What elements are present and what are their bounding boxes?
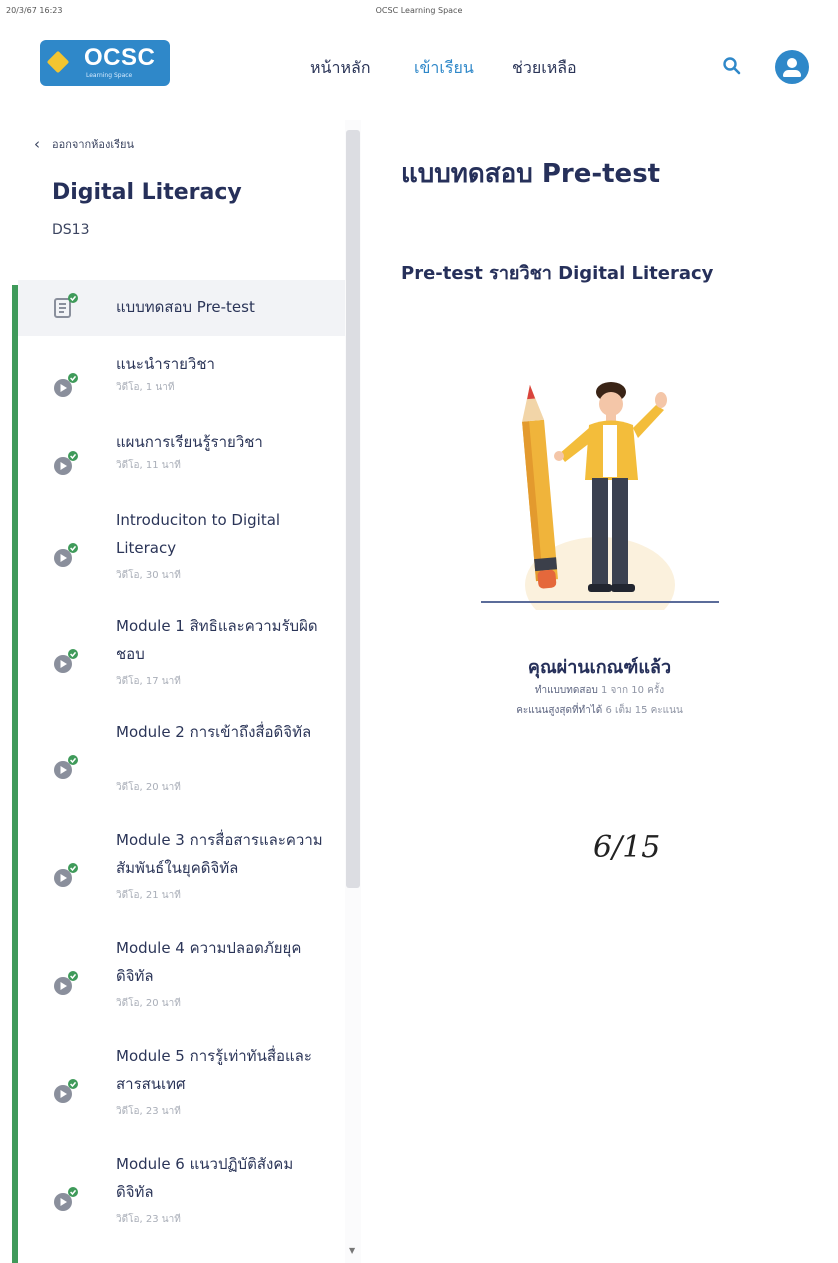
best-score-line: คะแนนสูงสุดที่ทำได้ 6 เต็ม 15 คะแนน (361, 703, 838, 718)
lesson-duration: วิดีโอ, 30 นาที (116, 570, 181, 581)
lesson-item-pretest[interactable]: แบบทดสอบ Pre-test (18, 280, 345, 336)
course-sidebar: ‹ ออกจากห้องเรียน Digital Literacy DS13 แ… (0, 110, 345, 1263)
lesson-title: Module 3 การสื่อสารและความสัมพันธ์ในยุคด… (116, 831, 323, 877)
lesson-title: แผนการเรียนรู้รายวิชา (116, 433, 263, 451)
video-done-icon (54, 1079, 78, 1103)
page-title: แบบทดสอบ Pre-test (401, 159, 661, 189)
logo-subtext: Learning Space (86, 72, 133, 79)
attempts-value: 1 จาก 10 ครั้ง (600, 685, 665, 696)
lesson-title: Module 4 ความปลอดภัยยุคดิจิทัล (116, 939, 302, 985)
course-code: DS13 (52, 222, 90, 238)
lesson-duration: วิดีโอ, 20 นาที (116, 998, 181, 1009)
video-done-icon (54, 373, 78, 397)
quiz-done-icon (54, 293, 78, 318)
lesson-item[interactable]: Module 6 แนวปฏิบัติสังคมดิจิทัล วิดีโอ, … (18, 1150, 345, 1246)
pencil-person-illustration (481, 382, 719, 610)
course-title: Digital Literacy (52, 180, 242, 205)
search-icon[interactable] (722, 56, 742, 76)
logo-mark-icon (46, 50, 70, 74)
best-score-value: 6 เต็ม 15 คะแนน (605, 705, 683, 716)
sidebar-scrollbar-thumb[interactable] (346, 130, 360, 888)
lesson-duration: วิดีโอ, 23 นาที (116, 1214, 181, 1225)
back-to-course-link[interactable]: ‹ ออกจากห้องเรียน (34, 134, 134, 153)
print-header: 20/3/67 16:23 OCSC Learning Space (0, 0, 838, 20)
handwritten-score-note: 6/15 (593, 830, 661, 865)
lesson-item[interactable]: Module 4 ความปลอดภัยยุคดิจิทัล วิดีโอ, 2… (18, 934, 345, 1030)
best-score-label: คะแนนสูงสุดที่ทำได้ (516, 705, 603, 716)
lesson-title: Introduciton to Digital Literacy (116, 511, 281, 557)
video-done-icon (54, 971, 78, 995)
video-done-icon (54, 543, 78, 567)
lesson-item[interactable]: Module 5 การรู้เท่าทันสื่อและสารสนเทศ วิ… (18, 1042, 345, 1138)
lesson-title: Module 2 การเข้าถึงสื่อดิจิทัล (116, 723, 312, 741)
main-content: แบบทดสอบ Pre-test Pre-test รายวิชา Digit… (361, 120, 838, 1263)
lesson-item[interactable]: Introduciton to Digital Literacy วิดีโอ,… (18, 506, 345, 602)
lesson-title: Module 6 แนวปฏิบัติสังคมดิจิทัล (116, 1155, 294, 1201)
lesson-item[interactable]: Module 2 การเข้าถึงสื่อดิจิทัล วิดีโอ, 2… (18, 718, 345, 814)
attempts-label: ทำแบบทดสอบ (534, 685, 598, 696)
video-done-icon (54, 863, 78, 887)
video-done-icon (54, 1187, 78, 1211)
attempts-line: ทำแบบทดสอบ 1 จาก 10 ครั้ง (361, 683, 838, 698)
nav-learn[interactable]: เข้าเรียน (414, 56, 474, 81)
user-avatar-icon[interactable] (775, 50, 809, 84)
nav-help[interactable]: ช่วยเหลือ (512, 56, 577, 81)
nav-home[interactable]: หน้าหลัก (310, 56, 371, 81)
video-done-icon (54, 755, 78, 779)
print-title: OCSC Learning Space (375, 6, 463, 15)
chevron-left-icon: ‹ (34, 135, 40, 153)
scroll-down-arrow-icon[interactable]: ▼ (349, 1246, 355, 1255)
back-link-label: ออกจากห้องเรียน (52, 138, 135, 151)
lesson-item[interactable]: Module 1 สิทธิและความรับผิดชอบ วิดีโอ, 1… (18, 612, 345, 708)
lesson-title: Module 1 สิทธิและความรับผิดชอบ (116, 617, 318, 663)
top-navbar: OCSC Learning Space หน้าหลัก เข้าเรียน ช… (0, 20, 838, 120)
lesson-item[interactable]: แผนการเรียนรู้รายวิชา วิดีโอ, 11 นาที (18, 428, 345, 498)
lesson-duration: วิดีโอ, 17 นาที (116, 676, 181, 687)
lesson-item[interactable]: แนะนำรายวิชา วิดีโอ, 1 นาที (18, 350, 345, 420)
video-done-icon (54, 649, 78, 673)
quiz-subtitle: Pre-test รายวิชา Digital Literacy (401, 263, 714, 284)
video-done-icon (54, 451, 78, 475)
ocsc-logo[interactable]: OCSC Learning Space (40, 40, 170, 86)
lesson-item[interactable]: Module 3 การสื่อสารและความสัมพันธ์ในยุคด… (18, 826, 345, 922)
logo-text: OCSC (84, 44, 156, 71)
lesson-duration: วิดีโอ, 1 นาที (116, 382, 175, 393)
lesson-duration: วิดีโอ, 21 นาที (116, 890, 181, 901)
lesson-duration: วิดีโอ, 23 นาที (116, 1106, 181, 1117)
lesson-title: Module 5 การรู้เท่าทันสื่อและสารสนเทศ (116, 1047, 312, 1093)
lesson-duration: วิดีโอ, 11 นาที (116, 460, 181, 471)
lesson-duration: วิดีโอ, 20 นาที (116, 782, 181, 793)
lesson-title: แนะนำรายวิชา (116, 355, 215, 373)
result-title: คุณผ่านเกณฑ์แล้ว (527, 657, 672, 678)
lesson-title: แบบทดสอบ Pre-test (116, 298, 255, 316)
